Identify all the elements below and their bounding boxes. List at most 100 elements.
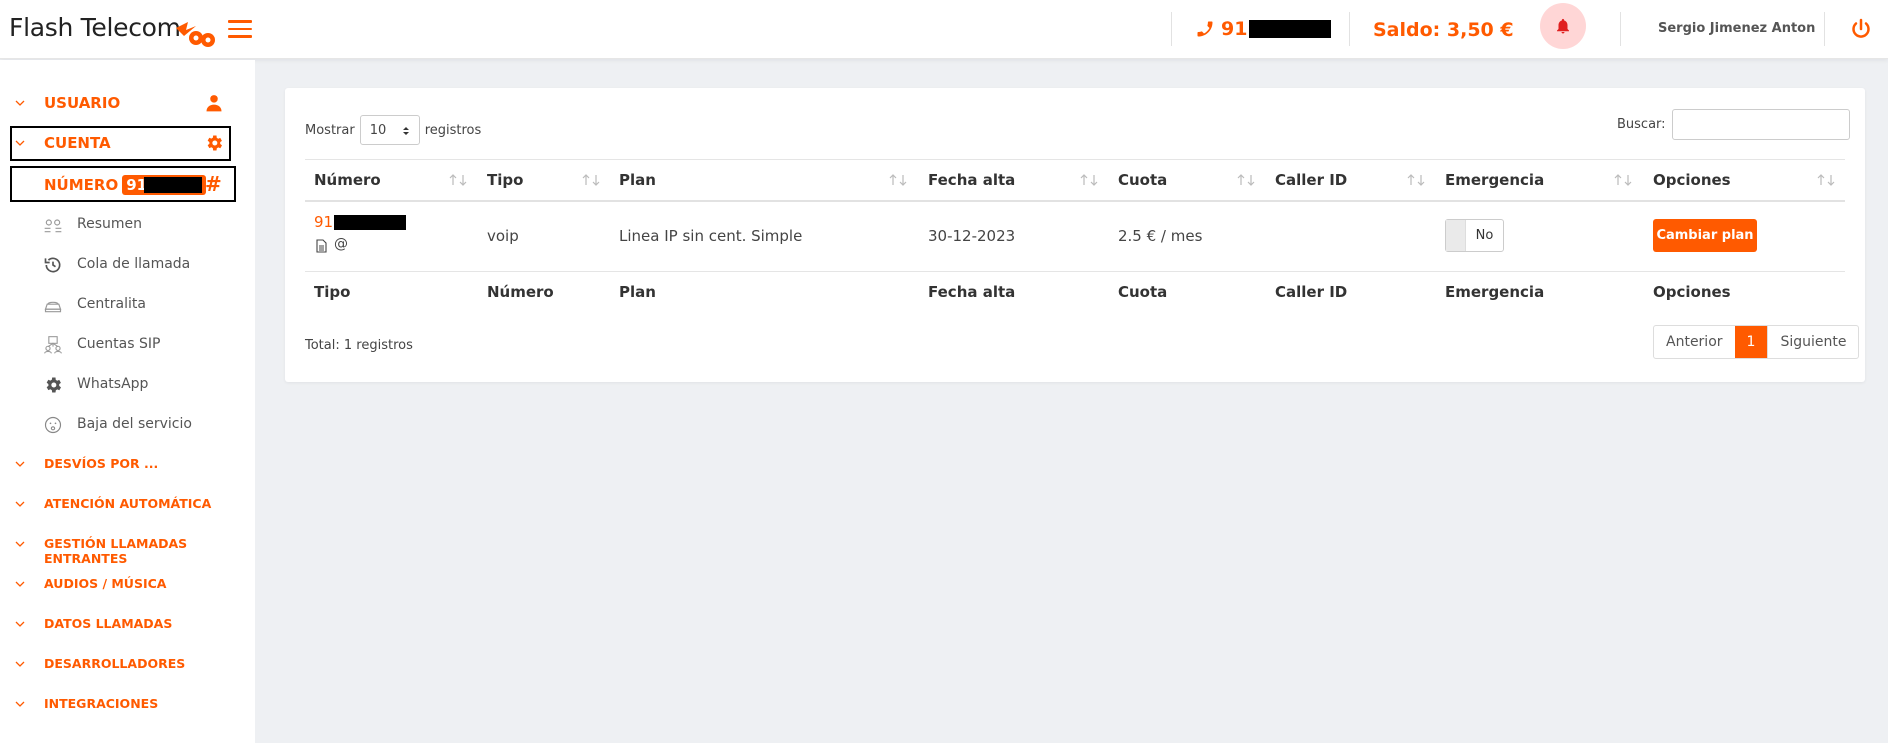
gear-icon <box>46 377 61 393</box>
logout-power-icon[interactable] <box>1849 17 1873 41</box>
sort-icon[interactable] <box>1816 173 1838 187</box>
search-input[interactable] <box>1671 109 1850 140</box>
sidebar-item-usuario[interactable]: USUARIO <box>0 92 255 114</box>
page-length-value: 10 <box>369 122 387 138</box>
sidebar-label: ATENCIÓN AUTOMÁTICA <box>44 496 212 511</box>
row-number-prefix: 91 <box>314 213 334 231</box>
sidebar-label: DATOS LLAMADAS <box>44 616 173 631</box>
top-header: Flash Telecom 91 Saldo: 3,50 € Sergio Ji… <box>0 0 1888 59</box>
bell-icon <box>1557 18 1569 34</box>
col-header-fecha-alta[interactable]: Fecha alta <box>928 171 1015 189</box>
col-header-plan[interactable]: Plan <box>619 171 656 189</box>
document-icon[interactable] <box>315 239 328 253</box>
redacted-block <box>334 214 407 230</box>
row-tipo: voip <box>487 227 519 245</box>
search-label: Buscar: <box>1617 117 1666 132</box>
history-icon <box>44 257 61 273</box>
sidebar-label: DESVÍOS POR ... <box>44 456 159 471</box>
sidebar: USUARIO CUENTA NÚMERO 91 # Resumen Cola d… <box>0 60 255 743</box>
chevron-down-icon <box>15 100 25 106</box>
row-plan: Linea IP sin cent. Simple <box>619 227 803 245</box>
sidebar-section-audios-musica[interactable]: AUDIOS / MÚSICA <box>0 573 255 595</box>
sort-icon[interactable] <box>448 173 470 187</box>
pagination-prev-button[interactable]: Anterior <box>1654 326 1735 358</box>
footer-col-fecha-alta: Fecha alta <box>928 283 1016 301</box>
email-at-icon[interactable]: @ <box>334 236 348 252</box>
row-fecha-alta: 30-12-2023 <box>928 227 1016 245</box>
sidebar-section-atencion-automatica[interactable]: ATENCIÓN AUTOMÁTICA <box>0 493 255 515</box>
col-header-numero[interactable]: Número <box>314 171 381 189</box>
numero-text: NÚMERO <box>44 176 119 194</box>
switchboard-icon <box>44 301 62 313</box>
sort-icon[interactable] <box>1406 173 1428 187</box>
sidebar-item-cola-de-llamada[interactable]: Cola de llamada <box>0 253 255 277</box>
col-header-cuota[interactable]: Cuota <box>1118 171 1167 189</box>
sidebar-section-datos-llamadas[interactable]: DATOS LLAMADAS <box>0 613 255 635</box>
sort-icon[interactable] <box>1079 173 1101 187</box>
chevron-down-icon <box>15 661 25 667</box>
numbers-table-card: Mostrar 10 registros Buscar: Número Tipo… <box>285 88 1865 382</box>
sidebar-section-integraciones[interactable]: INTEGRACIONES <box>0 693 255 715</box>
user-name[interactable]: Sergio Jimenez Anton <box>1658 21 1815 36</box>
sort-icon[interactable] <box>1236 173 1258 187</box>
sidebar-item-numero[interactable]: NÚMERO 91 # <box>0 172 255 196</box>
sidebar-sub-label: Cuentas SIP <box>77 336 161 352</box>
phone-icon <box>1197 21 1213 37</box>
col-header-tipo[interactable]: Tipo <box>487 171 523 189</box>
search-control: Buscar: <box>1617 109 1850 140</box>
sort-icon[interactable] <box>1613 173 1635 187</box>
col-header-emergencia[interactable]: Emergencia <box>1445 171 1544 189</box>
col-header-opciones[interactable]: Opciones <box>1653 171 1731 189</box>
sort-icon[interactable] <box>888 173 910 187</box>
sidebar-sub-label: Baja del servicio <box>77 416 192 432</box>
sidebar-section-desarrolladores[interactable]: DESARROLLADORES <box>0 653 255 675</box>
sidebar-section-gestion-llamadas-entrantes[interactable]: GESTIÓN LLAMADAS ENTRANTES <box>0 533 255 566</box>
sidebar-item-whatsapp[interactable]: WhatsApp <box>0 373 255 397</box>
pagination-next-button[interactable]: Siguiente <box>1767 326 1858 358</box>
emergency-toggle[interactable]: No <box>1445 219 1504 252</box>
sidebar-label: USUARIO <box>44 94 121 112</box>
change-plan-button[interactable]: Cambiar plan <box>1653 219 1757 252</box>
row-cuota: 2.5 € / mes <box>1118 227 1203 245</box>
sidebar-sub-label: Resumen <box>77 216 143 232</box>
emergency-toggle-label: No <box>1475 228 1494 243</box>
flash-logo-icon <box>176 22 215 47</box>
footer-col-tipo: Tipo <box>314 283 351 301</box>
total-records: Total: 1 registros <box>305 338 413 353</box>
chevron-down-icon <box>15 621 25 627</box>
sidebar-item-cuentas-sip[interactable]: Cuentas SIP <box>0 333 255 357</box>
sidebar-item-cuenta[interactable]: CUENTA <box>0 132 255 154</box>
sort-icon[interactable] <box>581 173 603 187</box>
footer-col-plan: Plan <box>619 283 656 301</box>
phone-prefix: 91 <box>1221 18 1248 40</box>
page-length-select[interactable]: 10 <box>359 115 420 145</box>
sidebar-item-baja-del-servicio[interactable]: Baja del servicio <box>0 413 255 437</box>
sidebar-item-resumen[interactable]: Resumen <box>0 213 255 237</box>
gear-icon <box>207 135 222 151</box>
menu-toggle-button[interactable] <box>228 20 252 38</box>
chevron-down-icon <box>15 581 25 587</box>
sad-face-icon <box>44 416 62 434</box>
sidebar-sub-label: Centralita <box>77 296 146 312</box>
number-badge: 91 <box>122 175 207 195</box>
brand-name: Flash Telecom <box>9 13 181 42</box>
sidebar-label: GESTIÓN LLAMADAS ENTRANTES <box>44 536 188 566</box>
chevron-down-icon <box>15 541 25 547</box>
show-label: Mostrar <box>305 122 355 138</box>
footer-col-cuota: Cuota <box>1118 283 1168 301</box>
footer-col-emergencia: Emergencia <box>1445 283 1545 301</box>
row-number-link[interactable]: 91 <box>314 213 407 231</box>
pagination-page-1[interactable]: 1 <box>1734 326 1768 358</box>
col-header-caller-id[interactable]: Caller ID <box>1275 171 1347 189</box>
sidebar-section-desvios[interactable]: DESVÍOS POR ... <box>0 453 255 475</box>
header-phone-number: 91 <box>1195 18 1332 40</box>
sidebar-item-centralita[interactable]: Centralita <box>0 293 255 317</box>
footer-col-caller-id: Caller ID <box>1275 283 1348 301</box>
hash-icon: # <box>205 172 222 196</box>
footer-col-numero: Número <box>487 283 554 301</box>
sidebar-sub-label: Cola de llamada <box>77 256 191 272</box>
chevron-down-icon <box>15 461 25 467</box>
user-icon <box>206 95 222 112</box>
select-arrows-icon <box>402 127 409 135</box>
notifications-button[interactable] <box>1540 3 1586 49</box>
